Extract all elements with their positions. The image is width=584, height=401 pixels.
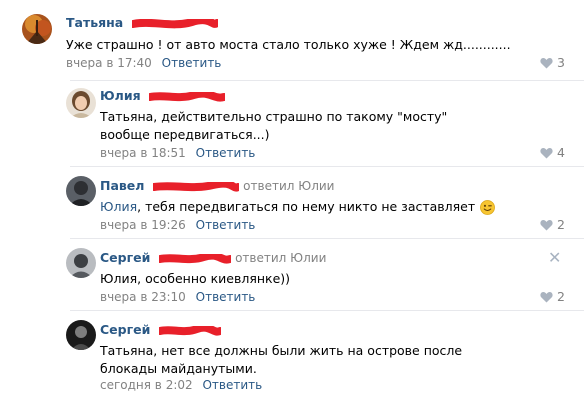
redaction-mark: [148, 91, 225, 102]
comment-text: Уже страшно ! от авто моста стало только…: [66, 37, 511, 52]
comment-author[interactable]: Сергей ответил Юлии: [100, 250, 326, 265]
reply-button[interactable]: Ответить: [162, 56, 222, 70]
like-button[interactable]: 2: [540, 217, 580, 232]
comment-time[interactable]: вчера в 19:26: [100, 218, 186, 232]
close-icon[interactable]: ✕: [548, 250, 561, 266]
comment-4: Сергей ответил Юлии ✕ Юлия, особенно кие…: [0, 238, 584, 310]
like-count: 2: [557, 217, 565, 232]
comment-meta: сегодня в 2:02 Ответить: [100, 378, 262, 392]
like-count: 3: [557, 55, 565, 70]
like-button[interactable]: 2: [540, 289, 580, 304]
comment-author[interactable]: Сергей: [100, 322, 221, 337]
comment-time[interactable]: вчера в 17:40: [66, 56, 152, 70]
avatar[interactable]: [66, 176, 96, 206]
comment-text: Татьяна, действительно страшно по такому…: [100, 109, 448, 142]
comment-2: Юлия Татьяна, действительно страшно по т…: [0, 80, 584, 166]
comment-time[interactable]: сегодня в 2:02: [100, 378, 193, 392]
comment-time[interactable]: вчера в 23:10: [100, 290, 186, 304]
like-count: 2: [557, 289, 565, 304]
comment-5: Сергей Татьяна, нет все должны были жить…: [0, 310, 584, 401]
avatar[interactable]: [66, 320, 96, 350]
avatar[interactable]: [22, 14, 52, 44]
comment-author[interactable]: Татьяна: [66, 15, 218, 30]
author-first-name[interactable]: Павел: [100, 178, 144, 193]
like-count: 4: [557, 145, 565, 160]
reply-button[interactable]: Ответить: [196, 218, 256, 232]
heart-icon: [540, 57, 553, 68]
redaction-mark: [131, 18, 218, 28]
avatar-image: [66, 248, 96, 278]
replied-to: ответил Юлии: [235, 251, 327, 265]
avatar-image: [66, 176, 96, 206]
comment-3: Павел ответил Юлии Юлия, тебя передвигат…: [0, 166, 584, 238]
comment-meta: вчера в 19:26 Ответить: [100, 218, 255, 232]
mention-link[interactable]: Юлия: [100, 199, 137, 214]
redaction-mark: [158, 253, 231, 264]
avatar-image: [66, 88, 96, 118]
comment-author[interactable]: Павел ответил Юлии: [100, 178, 334, 193]
comment-meta: вчера в 18:51 Ответить: [100, 146, 255, 160]
comment-meta: вчера в 23:10 Ответить: [100, 290, 255, 304]
avatar-image: [66, 320, 96, 350]
author-first-name[interactable]: Юлия: [100, 88, 141, 103]
comment-text: Татьяна, нет все должны были жить на ост…: [100, 343, 463, 376]
reply-button[interactable]: Ответить: [202, 378, 262, 392]
comment-text: Юлия, тебя передвигаться по нему никто н…: [100, 198, 520, 216]
replied-to: ответил Юлии: [243, 179, 335, 193]
reply-button[interactable]: Ответить: [196, 146, 256, 160]
comment-text: Юлия, особенно киевлянке)): [100, 271, 291, 286]
author-first-name[interactable]: Сергей: [100, 322, 150, 337]
avatar[interactable]: [66, 248, 96, 278]
avatar[interactable]: [66, 88, 96, 118]
heart-icon: [540, 147, 553, 158]
comment-time[interactable]: вчера в 18:51: [100, 146, 186, 160]
like-button[interactable]: 4: [540, 145, 580, 160]
comment-1: Татьяна Уже страшно ! от авто моста стал…: [0, 0, 584, 80]
winking-face-icon: [480, 200, 496, 215]
like-button[interactable]: 3: [540, 55, 580, 70]
redaction-mark: [152, 181, 239, 191]
author-first-name[interactable]: Татьяна: [66, 15, 123, 30]
comment-meta: вчера в 17:40 Ответить: [66, 56, 221, 70]
author-first-name[interactable]: Сергей: [100, 250, 150, 265]
heart-icon: [540, 291, 553, 302]
comment-body: , тебя передвигаться по нему никто не за…: [137, 199, 476, 214]
redaction-mark: [158, 325, 221, 336]
heart-icon: [540, 219, 553, 230]
comment-author[interactable]: Юлия: [100, 88, 225, 103]
avatar-image: [22, 14, 52, 44]
reply-button[interactable]: Ответить: [196, 290, 256, 304]
